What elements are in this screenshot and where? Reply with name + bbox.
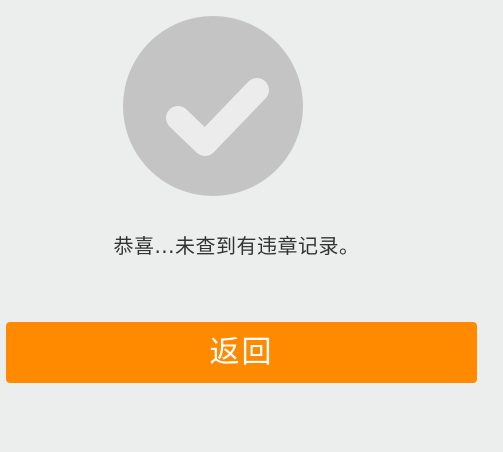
query-result-screen: 恭喜...未查到有违章记录。 返回 (0, 0, 503, 452)
success-icon-circle (123, 16, 303, 196)
result-message: 恭喜...未查到有违章记录。 (113, 234, 360, 258)
back-button[interactable]: 返回 (6, 322, 477, 383)
checkmark-icon (166, 78, 269, 156)
